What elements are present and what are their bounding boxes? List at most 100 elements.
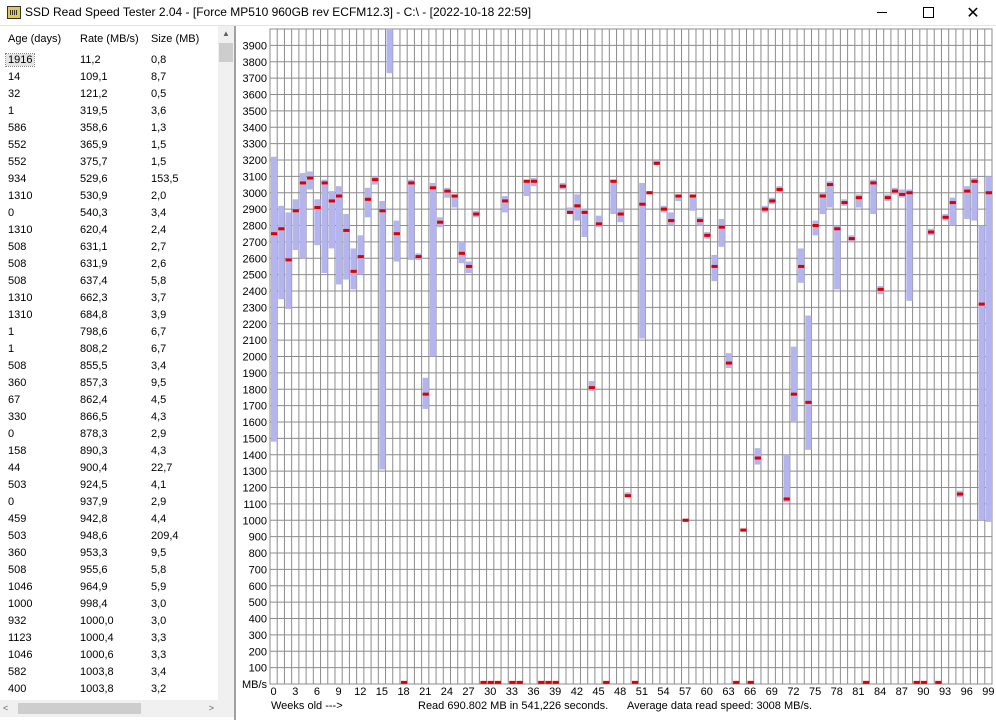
- y-tick-label: 1400: [243, 450, 267, 462]
- table-row[interactable]: 0 878,3 2,9: [0, 426, 218, 443]
- rate-cell: 964,9: [80, 581, 108, 593]
- minimize-button[interactable]: [859, 0, 905, 25]
- scroll-left-icon[interactable]: <: [3, 700, 8, 717]
- table-row[interactable]: 1310 530,9 2,0: [0, 188, 218, 205]
- size-cell: 3,3: [151, 632, 167, 644]
- size-cell: 1,5: [151, 156, 167, 168]
- average-marker: [863, 680, 870, 684]
- table-row[interactable]: 32 121,2 0,5: [0, 86, 218, 103]
- average-marker: [783, 497, 790, 501]
- size-cell: 6,7: [151, 326, 167, 338]
- average-marker: [769, 199, 776, 203]
- x-tick-label: 99: [982, 686, 994, 698]
- average-marker: [928, 230, 935, 234]
- y-tick-label: 1200: [243, 483, 267, 495]
- average-marker: [545, 680, 552, 684]
- size-cell: 3,0: [151, 598, 167, 610]
- rate-cell: 1003,8: [80, 683, 114, 695]
- x-tick-label: 18: [397, 686, 409, 698]
- size-cell: 1,5: [151, 139, 167, 151]
- table-row[interactable]: 1046 1000,6 3,3: [0, 647, 218, 664]
- table-row[interactable]: 0 540,3 3,4: [0, 205, 218, 222]
- average-marker: [971, 179, 978, 183]
- table-row[interactable]: 0 937,9 2,9: [0, 494, 218, 511]
- scroll-up-icon[interactable]: ▲: [218, 26, 234, 42]
- age-cell: 0: [8, 207, 15, 219]
- y-tick-label: 2600: [243, 253, 267, 265]
- average-marker: [913, 680, 920, 684]
- table-row[interactable]: 1310 684,8 3,9: [0, 307, 218, 324]
- size-cell: 0,5: [151, 88, 167, 100]
- scroll-right-icon[interactable]: >: [209, 700, 214, 717]
- range-bar: [271, 156, 278, 442]
- size-cell: 1,3: [151, 122, 167, 134]
- range-bar: [971, 178, 978, 221]
- horizontal-scroll-thumb[interactable]: [18, 703, 141, 714]
- x-tick-label: 81: [852, 686, 864, 698]
- table-row[interactable]: 586 358,6 1,3: [0, 120, 218, 137]
- range-bar: [335, 186, 343, 285]
- x-tick-label: 42: [571, 686, 583, 698]
- table-row[interactable]: 932 1000,0 3,0: [0, 613, 218, 630]
- close-icon: ✕: [966, 2, 980, 22]
- table-row[interactable]: 1310 662,3 3,7: [0, 290, 218, 307]
- column-header-rate[interactable]: Rate (MB/s): [80, 33, 139, 45]
- title-bar[interactable]: SSD Read Speed Tester 2.04 - [Force MP51…: [0, 0, 996, 26]
- table-row[interactable]: 1046 964,9 5,9: [0, 579, 218, 596]
- x-tick-label: 54: [657, 686, 669, 698]
- table-row[interactable]: 67 862,4 4,5: [0, 392, 218, 409]
- table-row[interactable]: 508 955,6 5,8: [0, 562, 218, 579]
- age-cell: 360: [8, 547, 27, 559]
- close-button[interactable]: ✕: [950, 0, 996, 25]
- table-row[interactable]: 582 1003,8 3,4: [0, 664, 218, 681]
- table-row[interactable]: 360 857,3 9,5: [0, 375, 218, 392]
- x-tick-label: 75: [809, 686, 821, 698]
- table-row[interactable]: 508 637,4 5,8: [0, 273, 218, 290]
- table-row[interactable]: 1310 620,4 2,4: [0, 222, 218, 239]
- table-row[interactable]: 1123 1000,4 3,3: [0, 630, 218, 647]
- average-marker: [711, 264, 718, 268]
- table-row[interactable]: 934 529,6 153,5: [0, 171, 218, 188]
- vertical-scrollbar[interactable]: ▲: [218, 26, 234, 700]
- table-row[interactable]: 360 953,3 9,5: [0, 545, 218, 562]
- y-tick-label: 2700: [243, 237, 267, 249]
- range-bar: [790, 346, 798, 422]
- table-row[interactable]: 158 890,3 4,3: [0, 443, 218, 460]
- table-row[interactable]: 1 808,2 6,7: [0, 341, 218, 358]
- average-marker: [350, 269, 357, 273]
- table-row[interactable]: 1916 11,2 0,8: [0, 52, 218, 69]
- table-row[interactable]: 459 942,8 4,4: [0, 511, 218, 528]
- table-row[interactable]: 14 109,1 8,7: [0, 69, 218, 86]
- average-marker: [509, 680, 516, 684]
- average-marker: [299, 181, 307, 185]
- range-bar: [278, 205, 285, 300]
- average-marker: [646, 191, 653, 195]
- age-cell: 0: [8, 428, 15, 440]
- table-row[interactable]: 1 798,6 6,7: [0, 324, 218, 341]
- table-row[interactable]: 1000 998,4 3,0: [0, 596, 218, 613]
- rate-cell: 529,6: [80, 173, 108, 185]
- table-row[interactable]: 44 900,4 22,7: [0, 460, 218, 477]
- table-row[interactable]: 552 365,9 1,5: [0, 137, 218, 154]
- average-marker: [689, 194, 696, 198]
- table-row[interactable]: 508 855,5 3,4: [0, 358, 218, 375]
- age-cell: 32: [8, 88, 21, 100]
- table-row[interactable]: 508 631,9 2,6: [0, 256, 218, 273]
- maximize-button[interactable]: [905, 0, 951, 25]
- table-row[interactable]: 508 631,1 2,7: [0, 239, 218, 256]
- column-header-size[interactable]: Size (MB): [151, 33, 199, 45]
- horizontal-scrollbar[interactable]: < >: [0, 700, 218, 717]
- table-row[interactable]: 330 866,5 4,3: [0, 409, 218, 426]
- average-marker: [451, 194, 458, 198]
- table-row[interactable]: 400 1003,8 3,2: [0, 681, 218, 698]
- table-row[interactable]: 503 948,6 209,4: [0, 528, 218, 545]
- vertical-scroll-thumb[interactable]: [219, 43, 233, 62]
- size-cell: 5,8: [151, 564, 167, 576]
- y-tick-label: 2900: [243, 204, 267, 216]
- table-row[interactable]: 1 319,5 3,6: [0, 103, 218, 120]
- range-bar: [343, 214, 350, 280]
- column-header-age[interactable]: Age (days): [8, 33, 61, 45]
- average-marker: [595, 222, 603, 226]
- table-row[interactable]: 503 924,5 4,1: [0, 477, 218, 494]
- table-row[interactable]: 552 375,7 1,5: [0, 154, 218, 171]
